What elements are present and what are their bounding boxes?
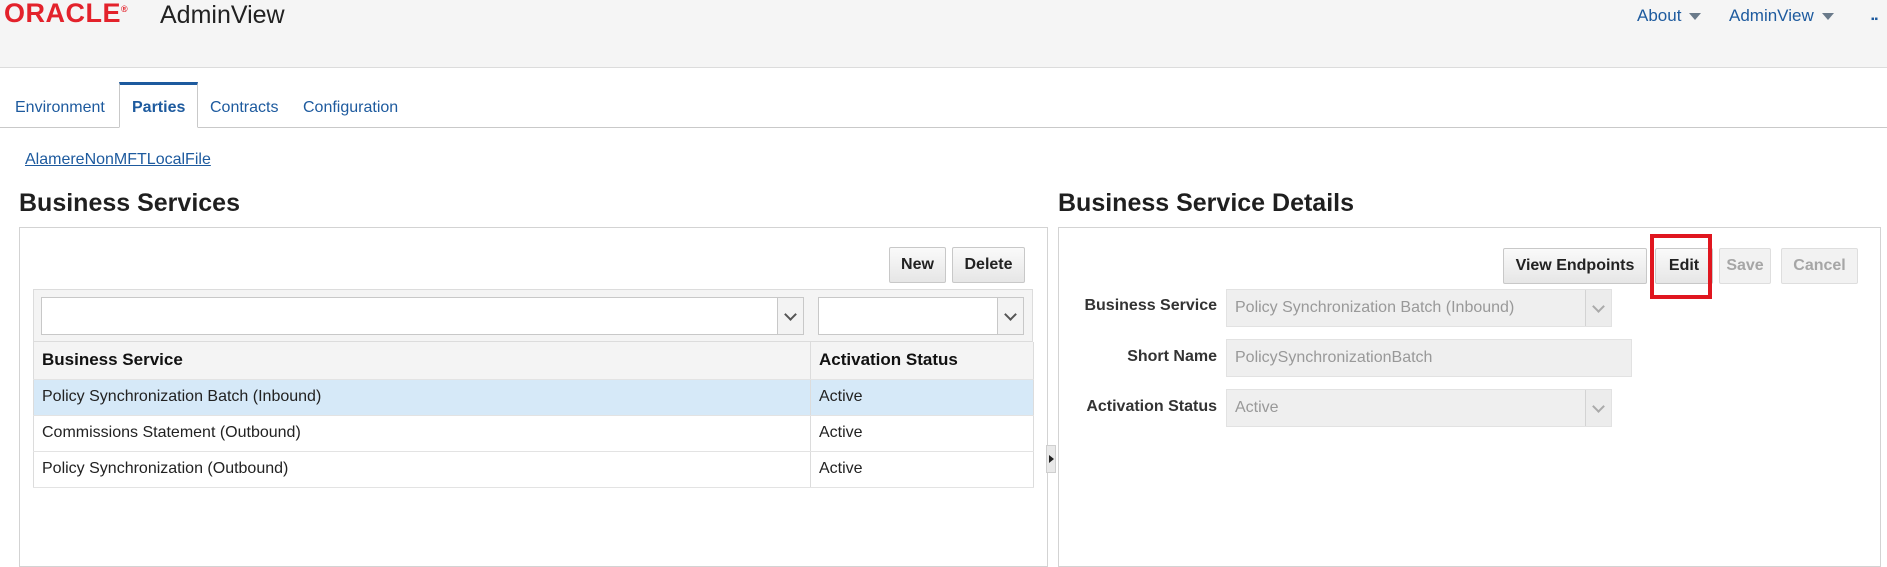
view-endpoints-button[interactable]: View Endpoints xyxy=(1503,248,1647,284)
filter-row xyxy=(33,289,1033,342)
cell-business-service: Policy Synchronization (Outbound) xyxy=(33,451,811,488)
cell-business-service: Policy Synchronization Batch (Inbound) xyxy=(33,379,811,416)
adminview-menu-label: AdminView xyxy=(1729,6,1814,25)
chevron-down-icon xyxy=(1821,13,1834,21)
oracle-logo: ORACLE® xyxy=(4,0,129,28)
filter-dropdown-button[interactable] xyxy=(777,298,803,334)
business-services-table: Business Service Activation Status Polic… xyxy=(33,342,1034,488)
panel-splitter[interactable] xyxy=(1046,445,1056,473)
tab-configuration[interactable]: Configuration xyxy=(291,82,410,126)
chevron-down-icon xyxy=(1689,13,1702,21)
save-button[interactable]: Save xyxy=(1719,248,1771,284)
business-service-details-title: Business Service Details xyxy=(1058,189,1354,217)
logo-text: ORACLE xyxy=(4,0,121,28)
chevron-down-icon xyxy=(783,308,797,321)
business-service-label: Business Service xyxy=(1084,297,1217,314)
about-menu[interactable]: About xyxy=(1637,6,1702,26)
activation-status-label: Activation Status xyxy=(1086,398,1217,415)
adminview-menu[interactable]: AdminView xyxy=(1729,6,1834,26)
business-service-details-panel: View Endpoints Edit Save Cancel Business… xyxy=(1058,227,1881,567)
chevron-right-icon xyxy=(1049,455,1054,463)
business-services-title: Business Services xyxy=(19,189,240,217)
grip-icon[interactable]: ▪▪ xyxy=(1871,14,1887,25)
tab-parties[interactable]: Parties xyxy=(119,82,198,128)
chevron-down-icon xyxy=(1591,400,1605,413)
new-button[interactable]: New xyxy=(889,247,946,283)
tab-environment[interactable]: Environment xyxy=(3,82,117,126)
table-row[interactable]: Commissions Statement (Outbound) Active xyxy=(33,415,1034,452)
table-header-row: Business Service Activation Status xyxy=(33,342,1034,380)
delete-button[interactable]: Delete xyxy=(952,247,1025,283)
short-name-label: Short Name xyxy=(1127,348,1217,365)
edit-highlight-box xyxy=(1650,234,1712,299)
column-header-business-service[interactable]: Business Service xyxy=(33,342,811,380)
cell-activation-status: Active xyxy=(810,379,1034,416)
business-service-filter[interactable] xyxy=(41,297,804,335)
activation-status-dropdown-button[interactable] xyxy=(1585,390,1611,426)
business-services-panel: New Delete Business Service Activation S… xyxy=(19,227,1048,567)
business-service-select[interactable]: Policy Synchronization Batch (Inbound) xyxy=(1226,289,1612,327)
table-row[interactable]: Policy Synchronization (Outbound) Active xyxy=(33,451,1034,488)
business-service-value: Policy Synchronization Batch (Inbound) xyxy=(1235,299,1515,316)
cell-activation-status: Active xyxy=(810,451,1034,488)
cancel-button[interactable]: Cancel xyxy=(1781,248,1858,284)
breadcrumb[interactable]: AlamereNonMFTLocalFile xyxy=(25,151,211,169)
cell-activation-status: Active xyxy=(810,415,1034,452)
tab-contracts[interactable]: Contracts xyxy=(198,82,290,126)
column-header-activation-status[interactable]: Activation Status xyxy=(810,342,1034,380)
app-title: AdminView xyxy=(160,1,285,29)
main-tab-bar: Environment Parties Contracts Configurat… xyxy=(0,82,1887,128)
activation-status-select[interactable]: Active xyxy=(1226,389,1612,427)
cell-business-service: Commissions Statement (Outbound) xyxy=(33,415,811,452)
activation-status-filter[interactable] xyxy=(818,297,1024,335)
chevron-down-icon xyxy=(1591,300,1605,313)
business-service-dropdown-button[interactable] xyxy=(1585,290,1611,326)
top-header-bar: ORACLE® AdminView About AdminView ▪▪ xyxy=(0,0,1887,68)
short-name-field[interactable]: PolicySynchronizationBatch xyxy=(1226,339,1632,377)
chevron-down-icon xyxy=(1003,308,1017,321)
about-menu-label: About xyxy=(1637,6,1682,25)
table-row[interactable]: Policy Synchronization Batch (Inbound) A… xyxy=(33,379,1034,416)
activation-status-value: Active xyxy=(1235,399,1279,416)
filter-dropdown-button[interactable] xyxy=(997,298,1023,334)
